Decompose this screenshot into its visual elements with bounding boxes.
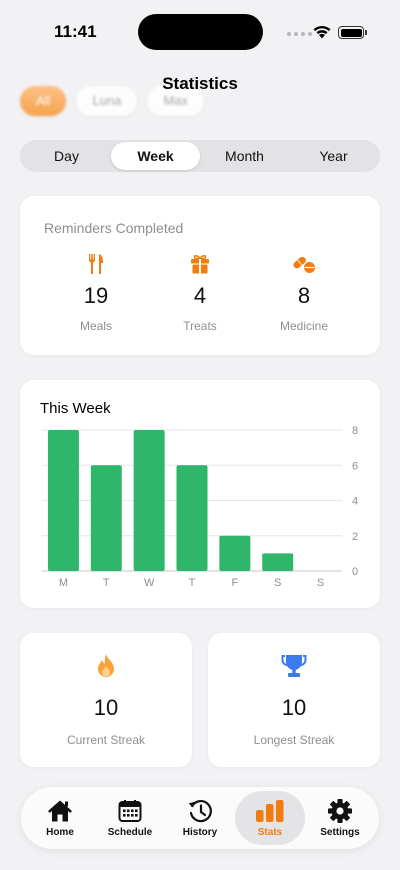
longest-streak-card: 10 Longest Streak xyxy=(208,633,380,767)
reminders-card: Reminders Completed 19 Meals 4 Treats 8 … xyxy=(20,196,380,355)
house-icon xyxy=(48,800,72,822)
y-tick-label: 6 xyxy=(352,460,358,472)
calendar-icon xyxy=(118,800,142,822)
battery-icon xyxy=(338,26,367,39)
tab-schedule-label: Schedule xyxy=(107,827,153,838)
tab-home[interactable]: Home xyxy=(25,791,95,845)
tab-stats-label: Stats xyxy=(257,827,283,838)
stat-meals: 19 Meals xyxy=(46,253,146,333)
tab-home-label: Home xyxy=(46,827,74,838)
status-bar: 11:41 xyxy=(0,0,400,60)
y-tick-label: 8 xyxy=(352,425,358,437)
x-tick-label: T xyxy=(103,577,110,589)
stat-medicine: 8 Medicine xyxy=(254,253,354,333)
reminders-title: Reminders Completed xyxy=(44,220,184,236)
tab-stats[interactable]: Stats xyxy=(235,791,305,845)
gift-icon xyxy=(191,255,209,274)
trophy-icon xyxy=(281,655,307,677)
bar xyxy=(219,535,251,571)
period-month[interactable]: Month xyxy=(200,142,289,170)
bar xyxy=(47,430,79,571)
cellular-signal-icon xyxy=(287,32,312,36)
history-clock-icon xyxy=(188,799,212,823)
weekly-chart-card: This Week 02468MTWTFSS xyxy=(20,380,380,608)
flame-icon xyxy=(98,654,114,677)
bar xyxy=(90,465,122,571)
pills-icon xyxy=(293,256,315,273)
x-tick-label: T xyxy=(189,577,196,589)
x-tick-label: M xyxy=(59,577,68,589)
period-day[interactable]: Day xyxy=(22,142,111,170)
x-tick-label: F xyxy=(231,577,238,589)
stat-meals-value: 19 xyxy=(83,283,109,308)
fork-knife-icon xyxy=(89,254,103,274)
bar-chart-icon xyxy=(256,800,284,822)
x-tick-label: W xyxy=(144,577,155,589)
tab-bar: Home Schedule History Stats Settings xyxy=(21,787,379,849)
bar xyxy=(262,553,294,571)
page-title: Statistics xyxy=(162,74,238,93)
y-tick-label: 0 xyxy=(352,566,358,578)
y-tick-label: 2 xyxy=(352,531,358,543)
status-time: 11:41 xyxy=(54,22,97,41)
bar xyxy=(176,465,208,571)
stat-meals-label: Meals xyxy=(79,319,112,333)
gear-icon xyxy=(328,799,352,823)
weekly-bar-chart: 0 2 4 6 8 M T W T F S S xyxy=(42,425,358,589)
stat-treats-label: Treats xyxy=(183,319,217,333)
tab-schedule[interactable]: Schedule xyxy=(95,791,165,845)
period-year[interactable]: Year xyxy=(289,142,378,170)
stat-medicine-label: Medicine xyxy=(279,319,329,333)
period-segmented-control: Day Week Month Year xyxy=(20,140,380,172)
tab-history-label: History xyxy=(182,827,218,838)
x-tick-label: S xyxy=(274,577,281,589)
longest-streak-value: 10 xyxy=(281,695,307,720)
stat-treats-value: 4 xyxy=(193,283,207,308)
current-streak-value: 10 xyxy=(93,695,119,720)
period-week[interactable]: Week xyxy=(111,142,200,170)
longest-streak-label: Longest Streak xyxy=(253,733,335,747)
tab-settings-label: Settings xyxy=(320,827,360,838)
current-streak-card: 10 Current Streak xyxy=(20,633,192,767)
x-tick-label: S xyxy=(317,577,324,589)
tab-history[interactable]: History xyxy=(165,791,235,845)
bar xyxy=(133,430,165,571)
dynamic-island xyxy=(138,14,263,50)
tab-settings[interactable]: Settings xyxy=(305,791,375,845)
stat-medicine-value: 8 xyxy=(297,283,311,308)
current-streak-label: Current Streak xyxy=(66,733,146,747)
y-tick-label: 4 xyxy=(352,496,358,508)
wifi-icon xyxy=(313,25,331,39)
stat-treats: 4 Treats xyxy=(150,253,250,333)
